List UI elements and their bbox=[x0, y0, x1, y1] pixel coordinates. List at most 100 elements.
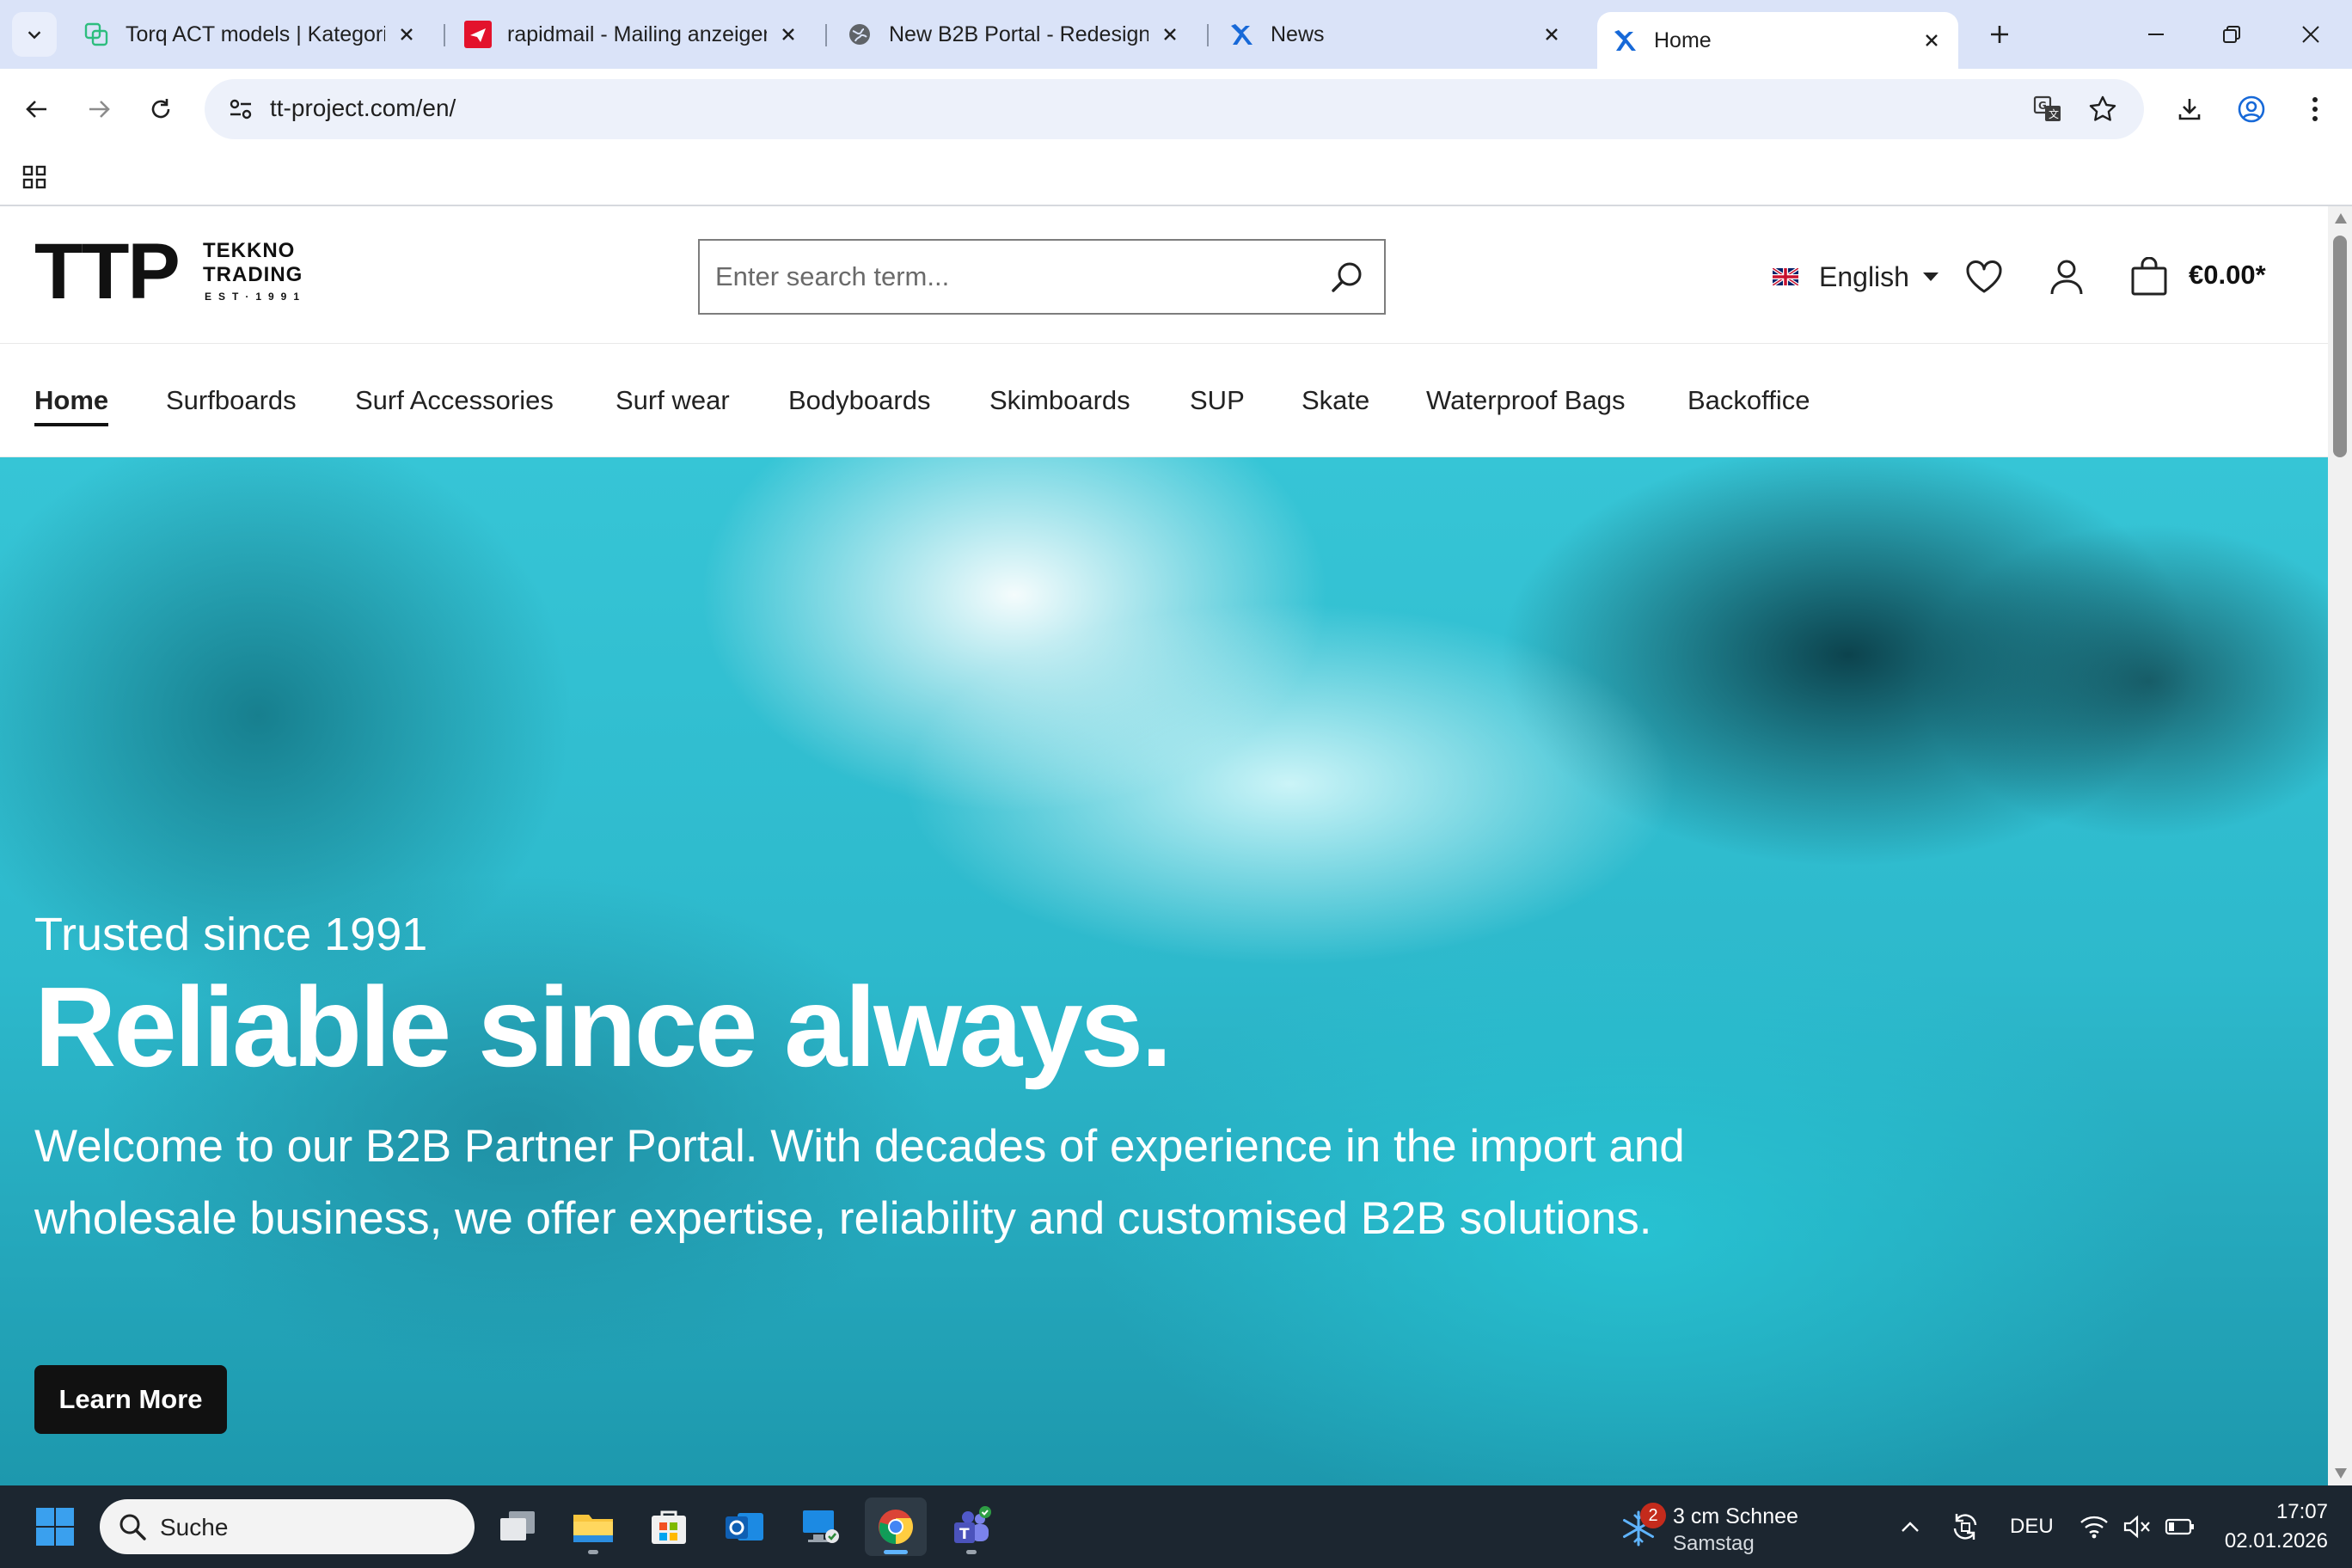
account-button[interactable] bbox=[2044, 254, 2089, 299]
sync-status-button[interactable] bbox=[1946, 1508, 1984, 1546]
tab-news[interactable]: News bbox=[1214, 12, 1578, 57]
url-text[interactable]: tt-project.com/en/ bbox=[270, 95, 456, 122]
reload-button[interactable] bbox=[139, 88, 182, 131]
tab-separator bbox=[1207, 24, 1209, 46]
cart-button[interactable] bbox=[2127, 254, 2171, 299]
menu-button[interactable] bbox=[2294, 88, 2337, 131]
weather-condition: 3 cm Schnee bbox=[1673, 1504, 1798, 1528]
translate-button[interactable]: G文 bbox=[2029, 90, 2067, 128]
page-scrollbar[interactable] bbox=[2328, 206, 2352, 1485]
wifi-icon bbox=[2080, 1516, 2108, 1539]
tab-close-icon[interactable] bbox=[394, 21, 420, 47]
shopware-favicon-icon bbox=[1228, 21, 1255, 48]
store-button[interactable] bbox=[638, 1498, 700, 1556]
forward-button[interactable] bbox=[77, 88, 120, 131]
battery-status[interactable] bbox=[2161, 1508, 2199, 1546]
minimize-button[interactable] bbox=[2122, 9, 2190, 60]
search-input[interactable] bbox=[715, 258, 1300, 296]
task-view-icon bbox=[500, 1511, 535, 1540]
task-view-button[interactable] bbox=[487, 1498, 548, 1556]
download-icon bbox=[2178, 99, 2201, 120]
tab-title: News bbox=[1271, 21, 1325, 46]
file-explorer-button[interactable] bbox=[562, 1498, 624, 1556]
scroll-up-icon[interactable] bbox=[2335, 213, 2347, 224]
nav-item-skimboards[interactable]: Skimboards bbox=[989, 344, 1130, 457]
torq-favicon-icon bbox=[83, 21, 110, 48]
nav-item-sup[interactable]: SUP bbox=[1190, 344, 1245, 457]
translate-icon: G文 bbox=[2033, 95, 2061, 121]
hero-title: Reliable since always. bbox=[34, 964, 1173, 1090]
arrow-left-icon bbox=[26, 101, 46, 118]
shopware-favicon-icon bbox=[1611, 27, 1638, 54]
wishlist-button[interactable] bbox=[1962, 254, 2006, 299]
site-header: TTP TEKKNO TRADING EST·1991 English €0.0… bbox=[0, 206, 2328, 344]
caret-down-icon bbox=[1922, 273, 1939, 281]
tab-torq[interactable]: Torq ACT models | Kategorie bbox=[69, 12, 433, 57]
clock-date: 02.01.2026 bbox=[2224, 1529, 2328, 1553]
address-bar[interactable]: tt-project.com/en/ G文 bbox=[205, 79, 2144, 139]
downloads-button[interactable] bbox=[2168, 88, 2211, 131]
nav-item-backoffice[interactable]: Backoffice bbox=[1687, 344, 1810, 457]
plus-icon bbox=[1991, 26, 2008, 43]
scroll-down-icon[interactable] bbox=[2335, 1468, 2347, 1479]
close-window-button[interactable] bbox=[2276, 9, 2345, 60]
system-clock[interactable]: 17:07 02.01.2026 bbox=[2216, 1498, 2328, 1556]
nav-item-skate[interactable]: Skate bbox=[1302, 344, 1369, 457]
nav-item-surf-accessories[interactable]: Surf Accessories bbox=[355, 344, 554, 457]
site-logo[interactable]: TTP TEKKNO TRADING EST·1991 bbox=[34, 232, 318, 313]
learn-more-button[interactable]: Learn More bbox=[34, 1365, 227, 1434]
nav-item-home[interactable]: Home bbox=[34, 344, 109, 457]
nav-item-surf-wear[interactable]: Surf wear bbox=[616, 344, 730, 457]
profile-button[interactable] bbox=[2230, 88, 2273, 131]
volume-status[interactable] bbox=[2120, 1508, 2154, 1546]
hero-text: Welcome to our B2B Partner Portal. With … bbox=[34, 1121, 1685, 1244]
input-language[interactable]: DEU bbox=[2010, 1515, 2054, 1539]
tab-separator bbox=[444, 24, 445, 46]
taskbar-search[interactable]: Suche bbox=[100, 1499, 475, 1554]
tab-close-icon[interactable] bbox=[1919, 28, 1945, 53]
tab-search-button[interactable] bbox=[12, 12, 57, 57]
scrollbar-thumb[interactable] bbox=[2333, 236, 2347, 457]
remote-desktop-button[interactable] bbox=[789, 1498, 851, 1556]
bookmark-star-button[interactable] bbox=[2084, 90, 2122, 128]
site-info-icon[interactable] bbox=[222, 90, 260, 128]
browser-toolbar: tt-project.com/en/ G文 bbox=[0, 69, 2352, 148]
tab-close-icon[interactable] bbox=[1157, 21, 1183, 47]
tab-home[interactable]: Home bbox=[1597, 12, 1958, 69]
battery-icon bbox=[2165, 1518, 2194, 1535]
windows-taskbar: Suche T 2 3 cm Schnee Samstag DEU 17:07 … bbox=[0, 1485, 2352, 1568]
bookmarks-bar bbox=[0, 148, 2352, 206]
back-button[interactable] bbox=[15, 88, 58, 131]
search-button[interactable] bbox=[1327, 258, 1367, 297]
nav-item-surfboards[interactable]: Surfboards bbox=[166, 344, 297, 457]
tab-title: New B2B Portal - Redesigne bbox=[889, 21, 1148, 46]
show-hidden-icons-button[interactable] bbox=[1893, 1508, 1927, 1546]
tab-close-icon[interactable] bbox=[1539, 21, 1565, 47]
tab-close-icon[interactable] bbox=[775, 21, 801, 47]
heart-icon bbox=[1966, 260, 2002, 293]
tab-rapidmail[interactable]: rapidmail - Mailing anzeigen bbox=[450, 12, 815, 57]
language-label: English bbox=[1819, 260, 1909, 292]
new-tab-button[interactable] bbox=[1979, 14, 2020, 55]
chrome-button[interactable] bbox=[865, 1498, 927, 1556]
search-icon bbox=[1332, 262, 1362, 292]
nav-item-waterproof-bags[interactable]: Waterproof Bags bbox=[1426, 344, 1625, 457]
reload-icon bbox=[151, 99, 170, 119]
rapidmail-favicon-icon bbox=[464, 21, 492, 48]
cart-total[interactable]: €0.00* bbox=[2189, 260, 2266, 291]
uk-flag-icon bbox=[1773, 268, 1798, 285]
wifi-status[interactable] bbox=[2077, 1508, 2111, 1546]
weather-widget[interactable]: 2 3 cm Schnee Samstag bbox=[1620, 1498, 1843, 1556]
star-icon bbox=[2089, 95, 2116, 121]
windows-start-icon[interactable] bbox=[34, 1506, 76, 1547]
weather-day: Samstag bbox=[1673, 1532, 1755, 1555]
teams-button[interactable]: T bbox=[940, 1498, 1002, 1556]
apps-grid-icon[interactable] bbox=[17, 160, 52, 194]
language-selector[interactable]: English bbox=[1773, 258, 1939, 296]
outlook-button[interactable] bbox=[714, 1498, 775, 1556]
hero-banner: Trusted since 1991 Reliable since always… bbox=[0, 457, 2328, 1485]
nav-item-bodyboards[interactable]: Bodyboards bbox=[788, 344, 930, 457]
teams-icon: T bbox=[954, 1506, 991, 1543]
tab-b2b-portal[interactable]: New B2B Portal - Redesigne bbox=[832, 12, 1197, 57]
restore-button[interactable] bbox=[2197, 9, 2266, 60]
